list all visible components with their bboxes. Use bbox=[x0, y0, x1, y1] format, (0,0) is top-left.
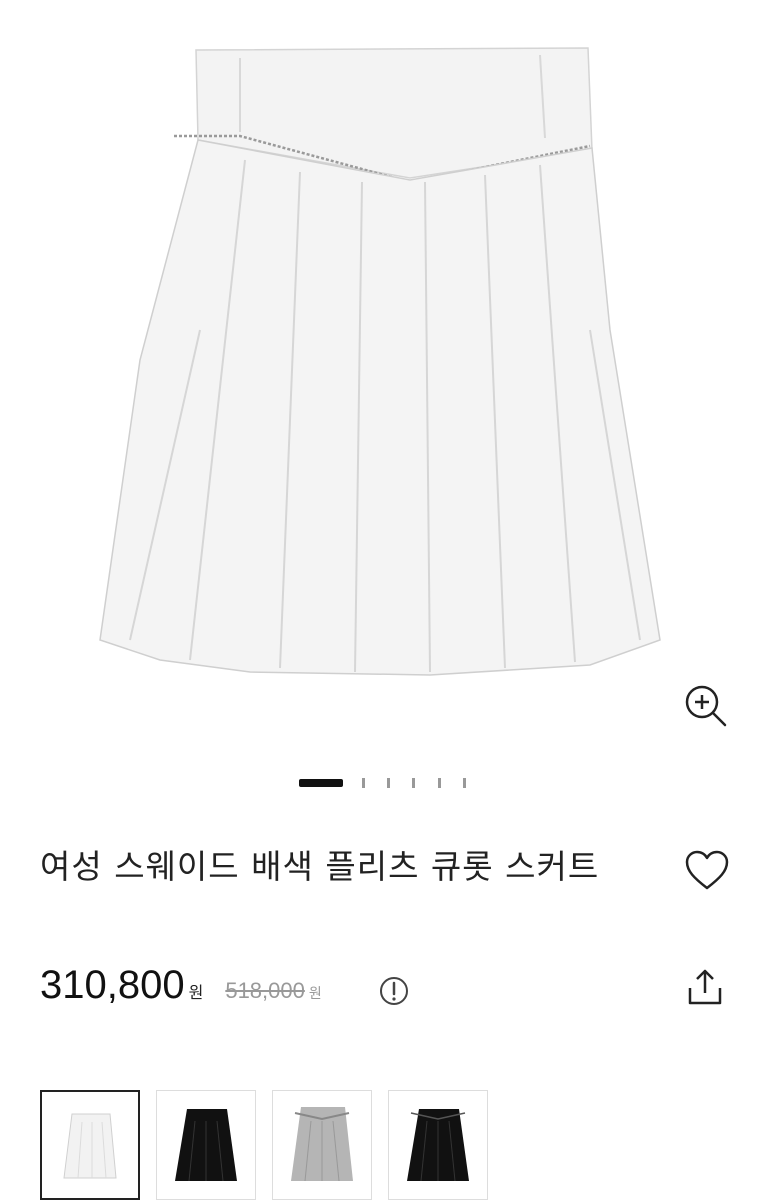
pagination-dot-active[interactable] bbox=[299, 779, 343, 787]
zoom-in-icon[interactable] bbox=[680, 680, 732, 732]
sale-price: 310,800 bbox=[40, 963, 185, 1007]
color-variant-white[interactable] bbox=[40, 1090, 140, 1200]
skirt-thumbnail-white bbox=[63, 1113, 117, 1179]
pagination-dot[interactable] bbox=[387, 778, 390, 788]
share-icon[interactable] bbox=[684, 966, 726, 1008]
color-variant-black-2[interactable] bbox=[388, 1090, 488, 1200]
pagination-dot[interactable] bbox=[412, 778, 415, 788]
pagination-dot[interactable] bbox=[438, 778, 441, 788]
color-variant-list bbox=[40, 1090, 500, 1200]
heart-outline-icon[interactable] bbox=[684, 850, 730, 892]
price-row: 310,800 원 518,000 원 bbox=[40, 963, 640, 1019]
original-price-unit: 원 bbox=[308, 986, 322, 1002]
product-image[interactable] bbox=[0, 0, 767, 760]
pleated-skirt-illustration bbox=[99, 47, 661, 676]
product-title: 여성 스웨이드 배색 플리츠 큐롯 스커트 bbox=[40, 847, 600, 886]
original-price: 518,000 bbox=[225, 978, 305, 1003]
color-variant-black[interactable] bbox=[156, 1090, 256, 1200]
skirt-thumbnail-black bbox=[407, 1109, 469, 1182]
image-pagination bbox=[0, 773, 767, 793]
pagination-dot[interactable] bbox=[362, 778, 365, 788]
skirt-thumbnail-black bbox=[175, 1109, 237, 1182]
skirt-thumbnail-gray bbox=[291, 1107, 353, 1182]
price-unit: 원 bbox=[188, 983, 204, 1002]
color-variant-gray[interactable] bbox=[272, 1090, 372, 1200]
pagination-dot[interactable] bbox=[463, 778, 466, 788]
info-circle-icon[interactable] bbox=[378, 975, 410, 1007]
